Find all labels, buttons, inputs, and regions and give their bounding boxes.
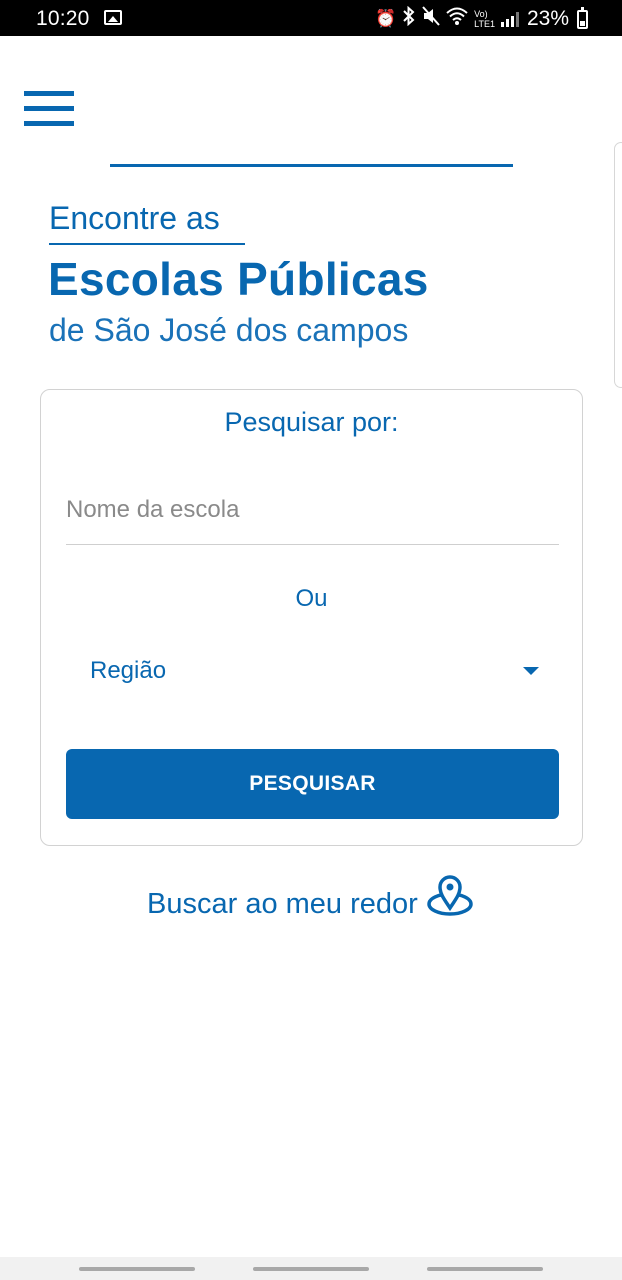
status-bar: 10:20 ⏰ Vo) LTE1 23% bbox=[0, 0, 622, 36]
search-card: Pesquisar por: Ou Região PESQUISAR bbox=[40, 389, 583, 846]
headline-underline bbox=[49, 243, 245, 245]
battery-icon bbox=[577, 6, 588, 29]
signal-icon bbox=[500, 11, 519, 27]
nav-back-button[interactable] bbox=[427, 1267, 543, 1271]
status-icons: ⏰ Vo) LTE1 23% bbox=[374, 5, 588, 32]
page-subtitle: de São José dos campos bbox=[49, 312, 409, 348]
wifi-icon bbox=[446, 6, 468, 32]
nav-recents-button[interactable] bbox=[79, 1267, 195, 1271]
side-panel-handle[interactable] bbox=[614, 142, 622, 388]
alarm-icon: ⏰ bbox=[374, 9, 397, 28]
region-select[interactable]: Região bbox=[66, 645, 559, 695]
location-pin-icon bbox=[426, 872, 474, 923]
navigation-bar bbox=[0, 1257, 622, 1280]
region-select-label: Região bbox=[90, 657, 167, 684]
dropdown-arrow-icon bbox=[523, 667, 539, 675]
search-button[interactable]: PESQUISAR bbox=[66, 749, 559, 819]
status-time: 10:20 bbox=[36, 7, 90, 30]
nav-home-button[interactable] bbox=[253, 1267, 369, 1271]
hamburger-menu-icon[interactable] bbox=[24, 91, 76, 127]
school-name-input[interactable] bbox=[66, 475, 559, 545]
volte-top-label: Vo) bbox=[474, 9, 488, 19]
image-icon bbox=[104, 10, 122, 25]
volte-bottom-label: LTE1 bbox=[474, 19, 495, 29]
search-by-label: Pesquisar por: bbox=[224, 407, 399, 437]
battery-percent: 23% bbox=[526, 7, 569, 30]
volte-icon: Vo) LTE1 bbox=[474, 9, 495, 29]
mute-icon bbox=[422, 6, 440, 32]
page-title: Escolas Públicas bbox=[48, 253, 429, 305]
headline-pre: Encontre as bbox=[49, 200, 220, 236]
search-nearby-link[interactable]: Buscar ao meu redor bbox=[147, 872, 474, 923]
bluetooth-icon bbox=[402, 5, 416, 32]
header-divider bbox=[110, 164, 513, 167]
search-nearby-label: Buscar ao meu redor bbox=[147, 888, 418, 920]
or-label: Ou bbox=[295, 585, 328, 612]
